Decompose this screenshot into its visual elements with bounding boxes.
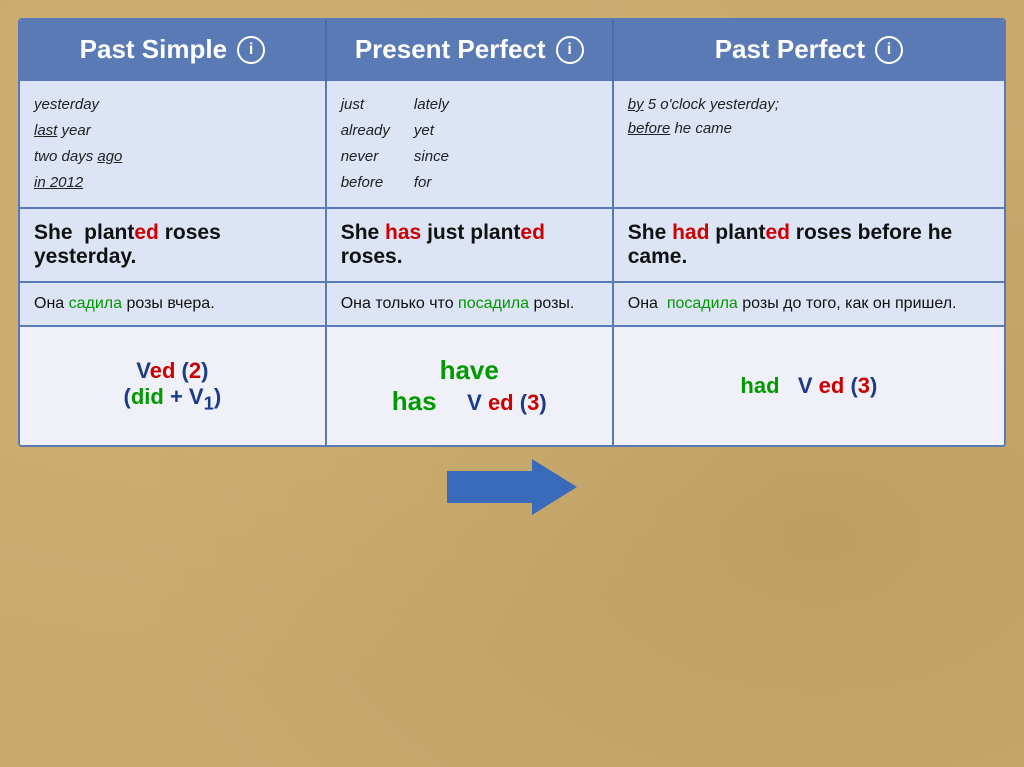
- arrow-head: [532, 459, 577, 515]
- sentence-col2: She has just planted roses.: [326, 208, 613, 282]
- time-by-5: by 5 o'clock yesterday;: [628, 93, 990, 117]
- sentence-col3: She had planted roses before he came.: [613, 208, 1004, 282]
- info-icon-1[interactable]: i: [237, 36, 265, 64]
- time-just: just: [341, 93, 390, 117]
- grammar-table: Past Simple i Present Perfect i Past Per…: [20, 20, 1004, 445]
- sentence-col1: She planted roses yesterday.: [20, 208, 326, 282]
- formula-col2: have has V ed (3): [326, 326, 613, 445]
- time-lately: lately: [414, 93, 449, 117]
- russian-col1: Она садила розы вчера.: [20, 282, 326, 326]
- info-icon-2[interactable]: i: [556, 36, 584, 64]
- sentence-row: She planted roses yesterday. She has jus…: [20, 208, 1004, 282]
- time-already: already: [341, 119, 390, 143]
- header-past-perfect: Past Perfect i: [613, 20, 1004, 80]
- main-table-wrapper: Past Simple i Present Perfect i Past Per…: [18, 18, 1006, 447]
- russian-row: Она садила розы вчера. Она только что по…: [20, 282, 1004, 326]
- time-since: since: [414, 145, 449, 169]
- header-row: Past Simple i Present Perfect i Past Per…: [20, 20, 1004, 80]
- time-two-days: two days ago: [34, 145, 311, 169]
- time-col1: yesterday last year two days ago in 2012: [20, 80, 326, 208]
- formula-row: Ved (2) (did + V1) have has V ed (3) had…: [20, 326, 1004, 445]
- past-simple-label: Past Simple: [80, 34, 227, 65]
- formula-col3: had V ed (3): [613, 326, 1004, 445]
- time-last-year: last year: [34, 119, 311, 143]
- time-yesterday: yesterday: [34, 93, 311, 117]
- right-arrow: [447, 459, 577, 514]
- time-before: before: [341, 171, 390, 195]
- arrow-area: [18, 459, 1006, 514]
- header-past-simple: Past Simple i: [20, 20, 326, 80]
- formula-col1: Ved (2) (did + V1): [20, 326, 326, 445]
- russian-col2: Она только что посадила розы.: [326, 282, 613, 326]
- time-yet: yet: [414, 119, 449, 143]
- info-icon-3[interactable]: i: [875, 36, 903, 64]
- time-in-2012: in 2012: [34, 171, 311, 195]
- past-perfect-label: Past Perfect: [715, 34, 865, 65]
- arrow-body: [447, 471, 532, 503]
- time-expressions-row: yesterday last year two days ago in 2012…: [20, 80, 1004, 208]
- russian-col3: Она посадила розы до того, как он пришел…: [613, 282, 1004, 326]
- present-perfect-label: Present Perfect: [355, 34, 546, 65]
- time-for: for: [414, 171, 449, 195]
- time-before-came: before he came: [628, 117, 990, 141]
- header-present-perfect: Present Perfect i: [326, 20, 613, 80]
- time-never: never: [341, 145, 390, 169]
- time-col2: just already never before lately yet sin…: [326, 80, 613, 208]
- time-col3: by 5 o'clock yesterday; before he came: [613, 80, 1004, 208]
